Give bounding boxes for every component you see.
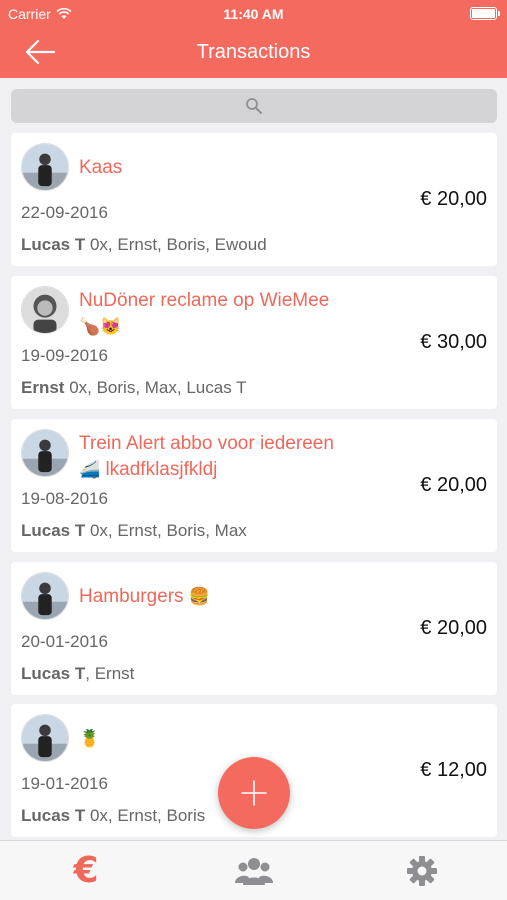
transaction-amount: € 30,00 [420, 331, 487, 353]
gear-icon [407, 856, 437, 886]
transaction-participants: Lucas T, Ernst [21, 664, 134, 684]
participants-list: 0x, Ernst, Boris [85, 806, 206, 825]
tab-settings[interactable] [404, 853, 444, 889]
transaction-title: Kaas [79, 157, 123, 178]
transaction-participants: Lucas T 0x, Ernst, Boris [21, 806, 205, 826]
transaction-participants: Lucas T 0x, Ernst, Boris, Ewoud [21, 235, 267, 255]
transaction-card[interactable]: Kaas 22-09-2016 Lucas T 0x, Ernst, Boris… [11, 133, 497, 266]
avatar [21, 429, 69, 477]
participants-list: 0x, Ernst, Boris, Ewoud [85, 235, 267, 254]
transaction-card[interactable]: NuDöner reclame op WieMee 🍗😻 19-09-2016 E… [11, 276, 497, 409]
participants-list: , Ernst [85, 664, 135, 683]
status-bar: Carrier 11:40 AM [0, 0, 507, 28]
payer-name: Lucas T [21, 664, 86, 683]
transaction-title: NuDöner reclame op WieMee 🍗😻 [79, 290, 330, 336]
transaction-title: Trein Alert abbo voor iedereen 🚄 lkadfkla… [79, 433, 334, 480]
header: Carrier 11:40 AM Transactions [0, 0, 507, 78]
status-time: 11:40 AM [223, 6, 284, 22]
participants-list: 0x, Ernst, Boris, Max [85, 521, 247, 540]
avatar [21, 143, 69, 191]
avatar [21, 286, 69, 334]
avatar [21, 714, 69, 762]
participants-list: 0x, Boris, Max, Lucas T [64, 378, 247, 397]
transaction-title: Hamburgers 🍔 [79, 586, 210, 607]
food-emoji: 🍗😻 [79, 317, 122, 336]
tab-transactions[interactable]: € [66, 853, 106, 889]
payer-name: Lucas T [21, 235, 86, 254]
battery-icon [470, 7, 500, 20]
transaction-card[interactable]: Hamburgers 🍔 20-01-2016 Lucas T, Ernst €… [11, 562, 497, 695]
euro-icon: € [73, 850, 99, 891]
payer-name: Lucas T [21, 806, 86, 825]
page-title: Transactions [196, 41, 311, 63]
search-input[interactable] [11, 89, 497, 123]
add-transaction-button[interactable] [218, 757, 290, 829]
burger-emoji: 🍔 [188, 587, 210, 606]
search-icon [246, 98, 262, 114]
transaction-date: 20-01-2016 [21, 632, 108, 651]
group-icon [235, 858, 273, 885]
payer-name: Ernst [21, 378, 65, 397]
transaction-amount: € 20,00 [420, 188, 487, 210]
transaction-title: 🍍 [79, 726, 409, 752]
transaction-card[interactable]: Trein Alert abbo voor iedereen 🚄 lkadfkla… [11, 419, 497, 552]
tab-groups[interactable] [234, 853, 274, 889]
avatar [21, 572, 69, 620]
transaction-date: 19-08-2016 [21, 489, 108, 508]
transaction-participants: Lucas T 0x, Ernst, Boris, Max [21, 521, 247, 541]
transaction-participants: Ernst 0x, Boris, Max, Lucas T [21, 378, 247, 398]
payer-name: Lucas T [21, 521, 86, 540]
transaction-amount: € 20,00 [420, 617, 487, 639]
train-emoji: 🚄 [79, 460, 101, 479]
transaction-date: 19-01-2016 [21, 774, 108, 793]
pineapple-emoji: 🍍 [79, 729, 101, 748]
transaction-amount: € 12,00 [420, 759, 487, 781]
transaction-date: 19-09-2016 [21, 346, 108, 365]
transaction-date: 22-09-2016 [21, 203, 108, 222]
transaction-amount: € 20,00 [420, 474, 487, 496]
add-icon [241, 780, 267, 806]
tab-bar: € [0, 840, 507, 900]
